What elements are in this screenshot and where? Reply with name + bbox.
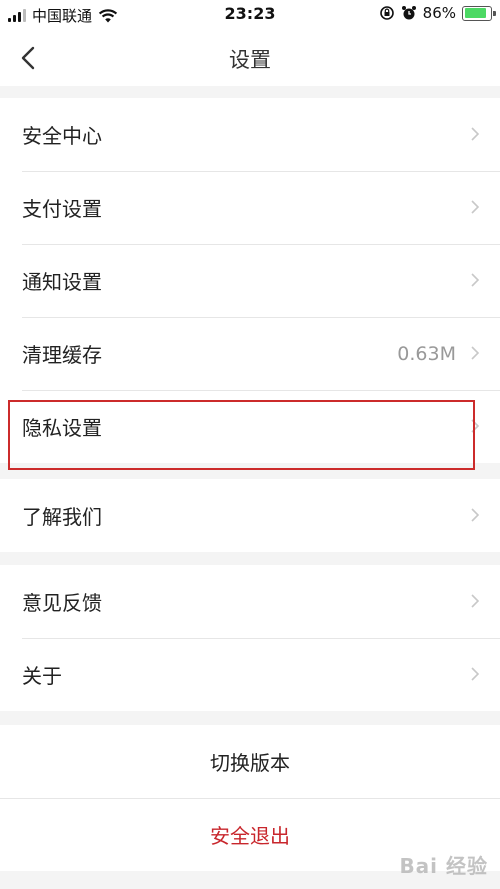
settings-item-about-us[interactable]: 了解我们 [0, 479, 500, 552]
chevron-right-icon [471, 508, 480, 522]
settings-item-clear-cache[interactable]: 清理缓存 0.63M [0, 317, 500, 390]
switch-version-label: 切换版本 [210, 751, 290, 775]
cache-size-value: 0.63M [397, 342, 456, 365]
settings-item-label: 清理缓存 [22, 343, 102, 367]
chevron-right-icon [471, 419, 480, 433]
battery-level-fill [464, 8, 486, 18]
settings-group-feedback: 意见反馈 关于 [0, 565, 500, 711]
logout-label: 安全退出 [210, 824, 290, 848]
settings-item-notification[interactable]: 通知设置 [0, 244, 500, 317]
chevron-right-icon [471, 127, 480, 141]
settings-item-label: 通知设置 [22, 270, 102, 294]
chevron-right-icon [471, 273, 480, 287]
settings-item-label: 关于 [22, 664, 62, 688]
settings-group-main: 安全中心 支付设置 通知设置 清理缓存 0.63M 隐私设置 [0, 98, 500, 463]
settings-item-privacy[interactable]: 隐私设置 [0, 390, 500, 463]
settings-group-about-us: 了解我们 [0, 479, 500, 552]
battery-percent: 86% [422, 4, 456, 22]
settings-item-label: 隐私设置 [22, 416, 102, 440]
settings-item-security-center[interactable]: 安全中心 [0, 98, 500, 171]
alarm-icon [401, 6, 416, 20]
watermark: Bai 经验 [399, 854, 488, 878]
chevron-right-icon [471, 346, 480, 360]
nav-bar: 设置 [0, 30, 500, 86]
chevron-right-icon [471, 667, 480, 681]
rotation-lock-icon [379, 6, 394, 20]
settings-item-label: 支付设置 [22, 197, 102, 221]
settings-item-label: 安全中心 [22, 124, 102, 148]
chevron-right-icon [471, 594, 480, 608]
chevron-right-icon [471, 200, 480, 214]
settings-item-about[interactable]: 关于 [0, 638, 500, 711]
settings-item-payment[interactable]: 支付设置 [0, 171, 500, 244]
page-title: 设置 [229, 48, 271, 72]
settings-item-label: 了解我们 [22, 505, 102, 529]
switch-version-button[interactable]: 切换版本 [0, 725, 500, 798]
battery-icon [462, 5, 496, 21]
status-bar: 中国联通 23:23 86% [0, 0, 500, 30]
settings-item-feedback[interactable]: 意见反馈 [0, 565, 500, 638]
settings-item-label: 意见反馈 [22, 591, 102, 615]
